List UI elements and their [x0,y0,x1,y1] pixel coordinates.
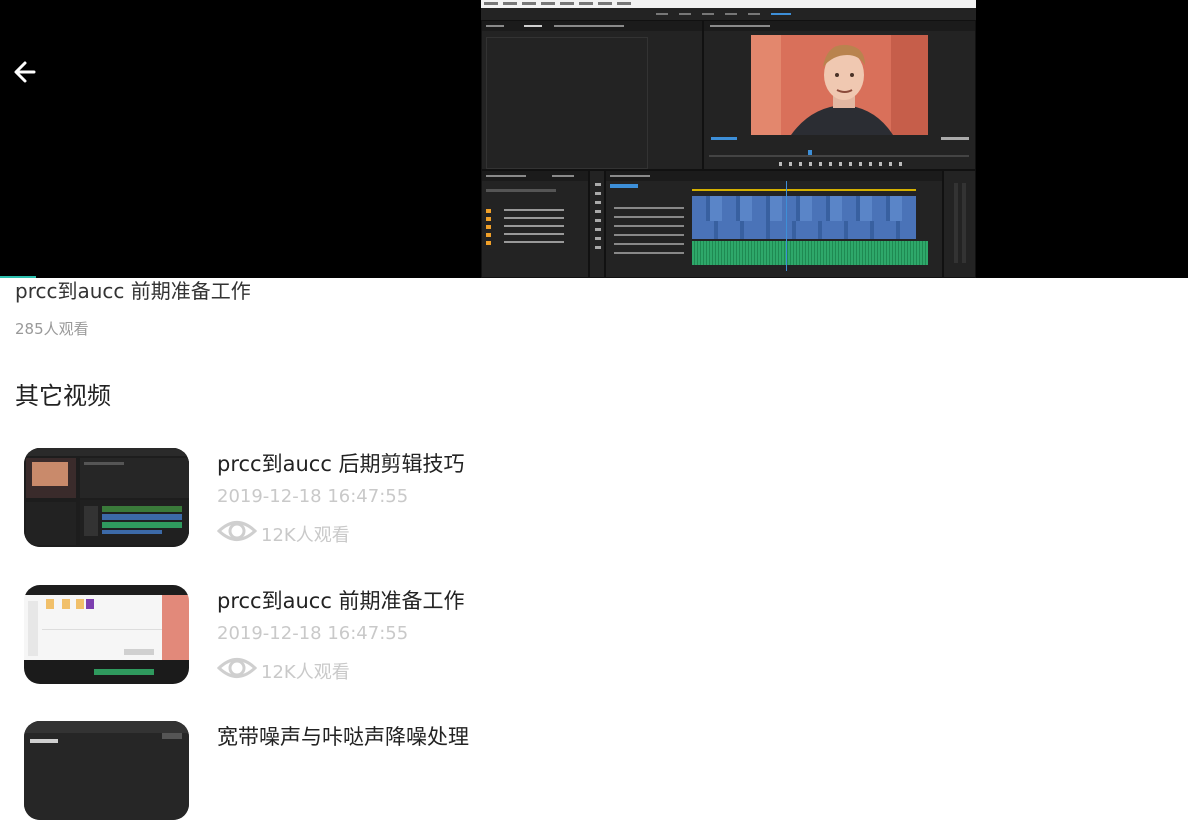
video-item-date: 2019-12-18 16:47:55 [217,623,409,644]
section-title: 其它视频 [15,382,111,410]
list-item[interactable]: prcc到aucc 前期准备工作 2019-12-18 16:47:55 12K… [24,585,1164,695]
monitor-playhead[interactable] [808,150,812,155]
list-item[interactable]: prcc到aucc 后期剪辑技巧 2019-12-18 16:47:55 12K… [24,448,1164,558]
editor-timeline-panel [605,170,943,278]
editor-project-panel [481,170,589,278]
video-thumbnail[interactable] [24,448,189,547]
back-button[interactable] [10,56,42,88]
editor-source-panel [481,20,703,170]
video-title: prcc到aucc 前期准备工作 [15,279,251,303]
video-thumbnail[interactable] [24,585,189,684]
video-player[interactable] [0,0,1188,278]
video-item-date: 2019-12-18 16:47:55 [217,486,409,507]
video-item-title[interactable]: prcc到aucc 前期准备工作 [217,585,465,615]
eye-icon [217,658,257,678]
arrow-left-icon [14,61,36,83]
video-item-views-text: 12K人观看 [261,525,350,546]
eye-icon [217,521,257,541]
editor-audio-meter [943,170,976,278]
video-still-image [751,35,928,135]
video-thumbnail[interactable] [24,721,189,820]
editor-menubar [481,0,976,8]
video-frame[interactable] [481,0,976,278]
video-item-title[interactable]: prcc到aucc 后期剪辑技巧 [217,448,465,478]
monitor-timecode-left [711,137,737,140]
editor-workspace-bar [481,8,976,20]
editor-tools-panel [589,170,605,278]
video-item-views-text: 12K人观看 [261,662,350,683]
list-item[interactable]: 宽带噪声与咔哒声降噪处理 [24,721,1164,831]
monitor-transport-controls[interactable] [779,162,904,166]
monitor-timecode-right [941,137,969,140]
view-count: 285人观看 [15,320,89,338]
monitor-scrubber[interactable] [709,155,969,157]
